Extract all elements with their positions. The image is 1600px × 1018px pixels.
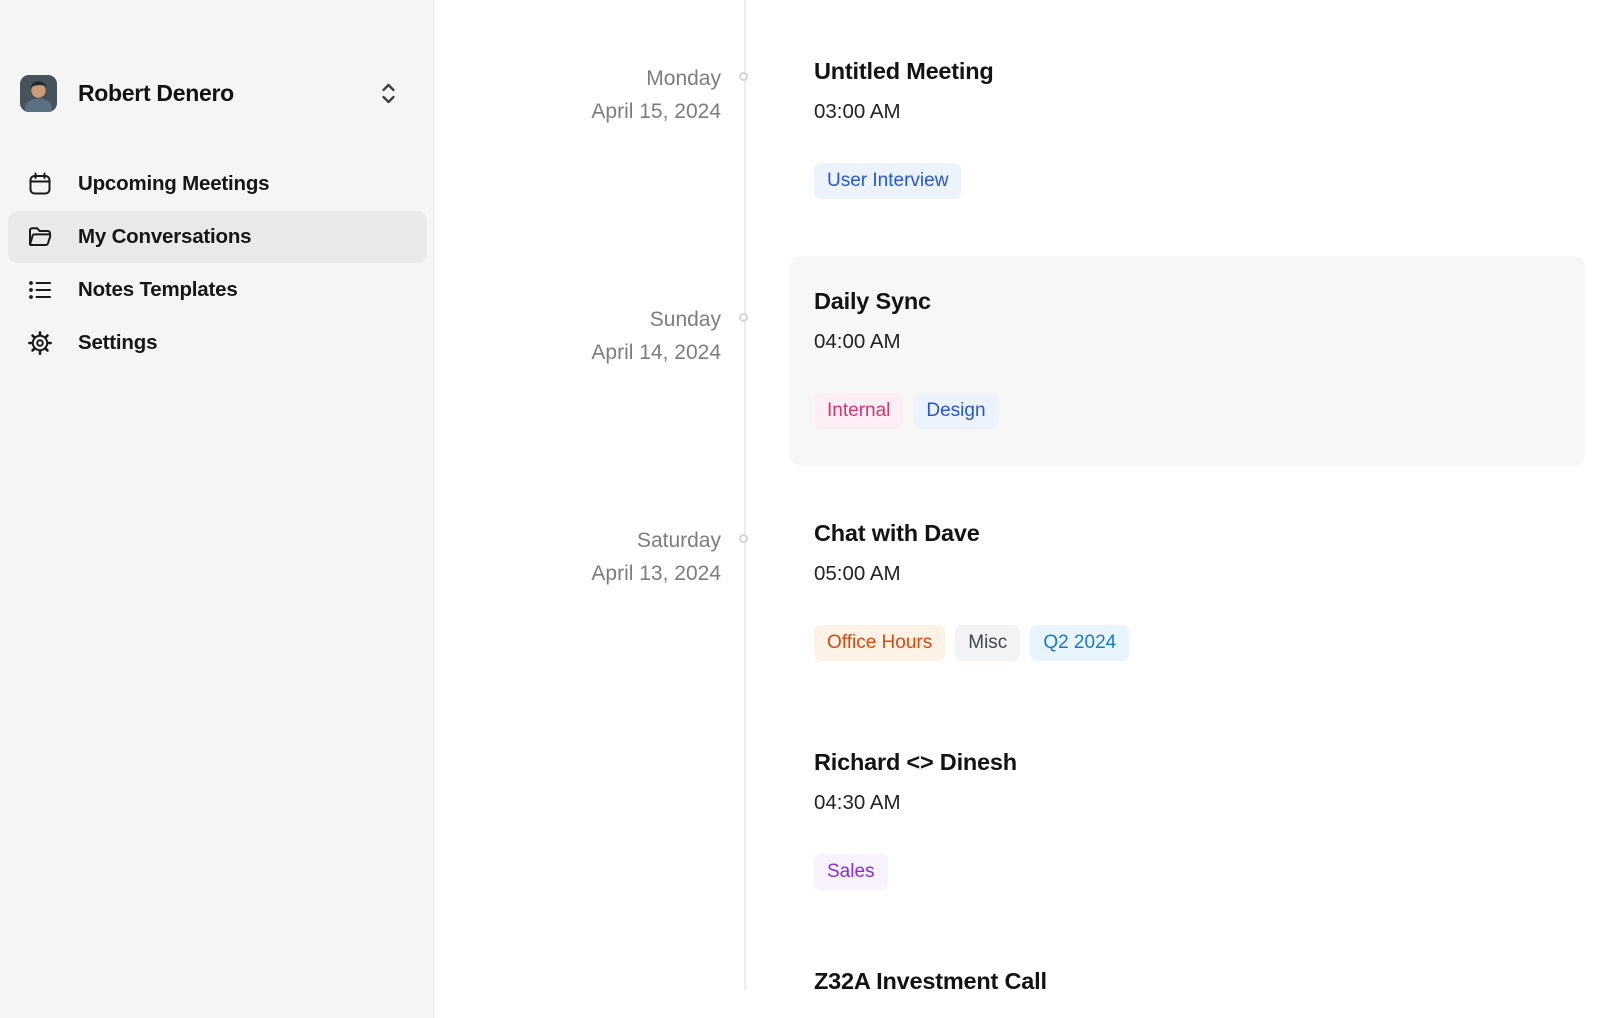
meeting-title: Richard <> Dinesh [814,747,1561,777]
tag-design[interactable]: Design [913,393,998,429]
meeting-card[interactable]: Z32A Investment Call [790,966,1585,996]
entry-date: Sunday April 14, 2024 [434,256,744,466]
entry-day-label: Saturday [434,524,721,557]
folder-icon [27,224,53,250]
avatar [20,75,57,112]
meeting-card[interactable]: Richard <> Dinesh 04:30 AM Sales [790,747,1585,890]
conversations-timeline: Monday April 15, 2024 Untitled Meeting 0… [434,0,1600,1018]
tag-user-interview[interactable]: User Interview [814,163,961,199]
tag-sales[interactable]: Sales [814,854,888,890]
sidebar-item-upcoming-meetings[interactable]: Upcoming Meetings [8,158,427,210]
app-window: Robert Denero Upcoming Meetings My Conve… [0,0,1600,1018]
calendar-icon [27,171,53,197]
sidebar-item-label: Upcoming Meetings [78,172,269,196]
tag-q2-2024[interactable]: Q2 2024 [1030,625,1129,661]
tag-internal[interactable]: Internal [814,393,903,429]
entry-date [434,966,744,996]
sidebar-nav: Upcoming Meetings My Conversations Notes… [0,158,433,370]
tag-misc[interactable]: Misc [955,625,1020,661]
meeting-time: 03:00 AM [814,98,1561,125]
meeting-entry: Monday April 15, 2024 Untitled Meeting 0… [434,56,1585,199]
entry-date: Monday April 15, 2024 [434,56,744,199]
meeting-card[interactable]: Daily Sync 04:00 AM Internal Design [790,256,1585,466]
meeting-title: Daily Sync [814,286,1561,316]
timeline-dot [739,534,748,543]
entry-day-label: Monday [434,62,721,95]
meeting-time: 05:00 AM [814,560,1561,587]
sidebar-item-settings[interactable]: Settings [8,317,427,369]
sidebar-item-label: Notes Templates [78,278,238,302]
entry-date-label: April 13, 2024 [434,557,721,590]
meeting-title: Chat with Dave [814,518,1561,548]
meeting-time: 04:30 AM [814,789,1561,816]
meeting-title: Untitled Meeting [814,56,1561,86]
gear-icon [27,330,53,356]
meeting-tags: Office Hours Misc Q2 2024 [814,625,1561,661]
timeline-dot [739,313,748,322]
meeting-title: Z32A Investment Call [814,966,1561,996]
entry-date: Saturday April 13, 2024 [434,518,744,661]
sidebar: Robert Denero Upcoming Meetings My Conve… [0,0,434,1018]
sidebar-item-label: My Conversations [78,225,251,249]
user-name: Robert Denero [78,80,234,107]
meeting-entry: Richard <> Dinesh 04:30 AM Sales [434,747,1585,890]
meeting-tags: Sales [814,854,1561,890]
meeting-card[interactable]: Untitled Meeting 03:00 AM User Interview [790,56,1585,199]
account-switcher[interactable]: Robert Denero [0,0,433,112]
sidebar-item-notes-templates[interactable]: Notes Templates [8,264,427,316]
meeting-card[interactable]: Chat with Dave 05:00 AM Office Hours Misc… [790,518,1585,661]
entry-date-label: April 14, 2024 [434,336,721,369]
timeline-dot [739,72,748,81]
list-icon [27,277,53,303]
entry-day-label: Sunday [434,303,721,336]
entry-date-label: April 15, 2024 [434,95,721,128]
chevron-up-down-icon[interactable] [378,81,399,106]
meeting-entry: Saturday April 13, 2024 Chat with Dave 0… [434,518,1585,661]
sidebar-item-my-conversations[interactable]: My Conversations [8,211,427,263]
tag-office-hours[interactable]: Office Hours [814,625,945,661]
entry-date [434,747,744,890]
meeting-time: 04:00 AM [814,328,1561,355]
meeting-tags: Internal Design [814,393,1561,429]
meeting-entry: Sunday April 14, 2024 Daily Sync 04:00 A… [434,256,1585,466]
meeting-tags: User Interview [814,163,1561,199]
meeting-entry: Z32A Investment Call [434,966,1585,996]
sidebar-item-label: Settings [78,331,157,355]
